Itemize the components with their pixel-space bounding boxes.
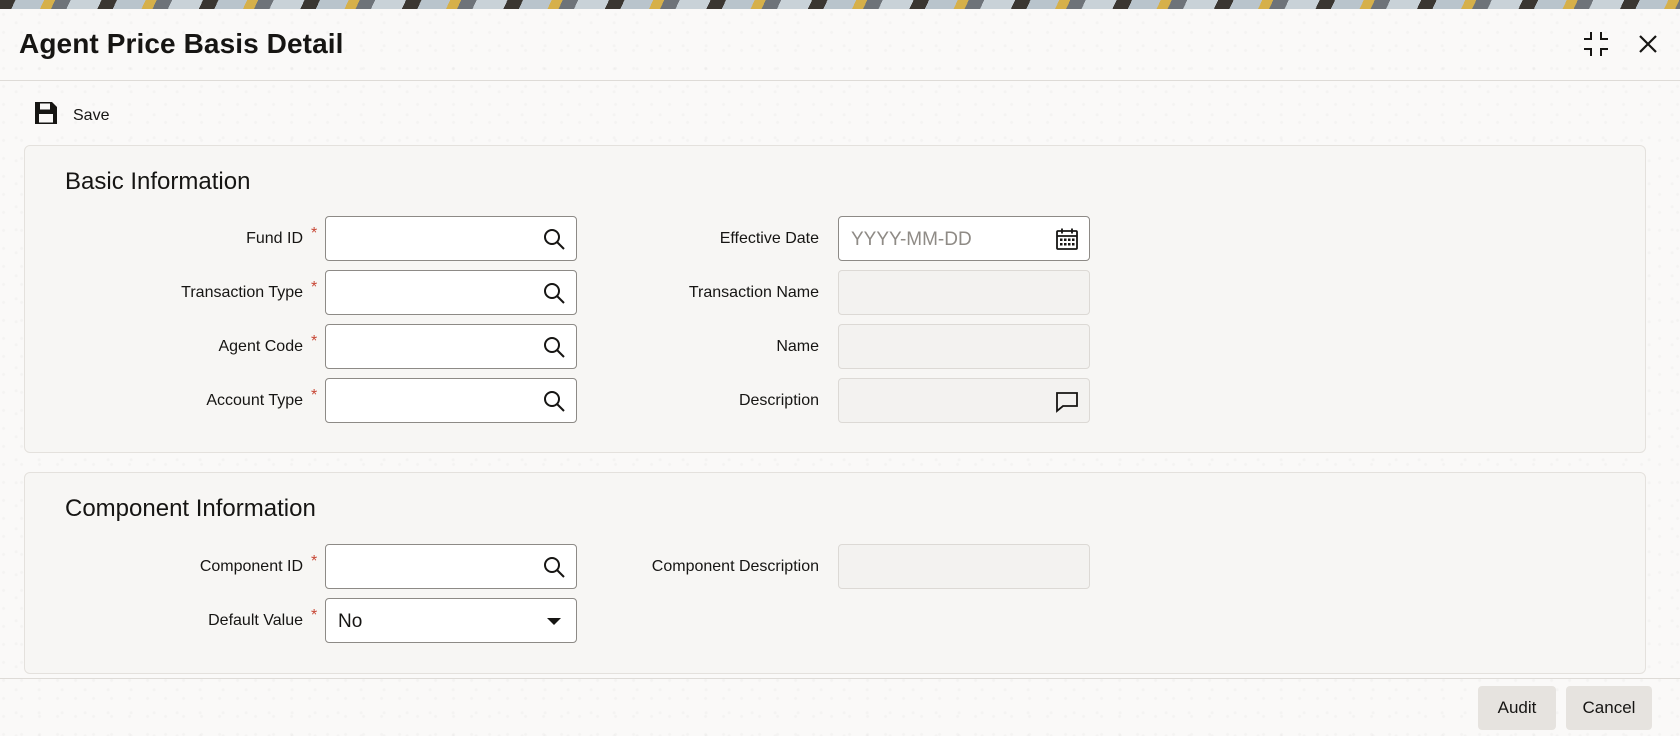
cancel-button[interactable]: Cancel xyxy=(1566,686,1652,730)
save-label: Save xyxy=(73,106,110,124)
account-type-input[interactable] xyxy=(325,378,577,423)
chevron-down-icon[interactable] xyxy=(542,609,566,633)
required-marker: * xyxy=(311,333,318,350)
description-field xyxy=(838,378,1090,423)
effective-date-label: Effective Date xyxy=(719,230,819,247)
agent-code-input[interactable] xyxy=(325,324,577,369)
default-value-select[interactable]: No xyxy=(325,598,577,643)
required-marker: * xyxy=(311,225,318,242)
component-id-input[interactable] xyxy=(325,544,577,589)
footer-divider xyxy=(0,678,1680,679)
decorative-header-strip xyxy=(0,0,1680,9)
audit-button[interactable]: Audit xyxy=(1478,686,1556,730)
component-description-field xyxy=(838,544,1090,589)
component-information-panel: Component Information Component ID * Def… xyxy=(24,472,1646,674)
required-marker: * xyxy=(311,279,318,296)
required-marker: * xyxy=(311,553,318,570)
fund-id-label: Fund ID xyxy=(246,230,303,247)
component-description-label: Component Description xyxy=(651,558,819,575)
save-icon xyxy=(33,100,59,131)
default-value-label: Default Value xyxy=(208,612,303,629)
calendar-icon[interactable] xyxy=(1055,227,1079,251)
close-icon[interactable] xyxy=(1634,30,1662,58)
description-label: Description xyxy=(738,392,819,409)
transaction-name-label: Transaction Name xyxy=(688,284,819,301)
basic-information-heading: Basic Information xyxy=(65,168,251,195)
name-field xyxy=(838,324,1090,369)
transaction-type-input[interactable] xyxy=(325,270,577,315)
component-id-label: Component ID xyxy=(199,558,303,575)
save-button[interactable]: Save xyxy=(33,100,109,131)
maximize-icon[interactable] xyxy=(1582,30,1610,58)
name-label: Name xyxy=(776,338,819,355)
page-title: Agent Price Basis Detail xyxy=(19,28,344,59)
agent-code-label: Agent Code xyxy=(218,338,303,355)
window-controls xyxy=(1582,30,1662,58)
required-marker: * xyxy=(311,387,318,404)
required-marker: * xyxy=(311,607,318,624)
fund-id-input[interactable] xyxy=(325,216,577,261)
title-divider xyxy=(0,80,1680,81)
transaction-name-field xyxy=(838,270,1090,315)
component-information-heading: Component Information xyxy=(65,495,316,522)
account-type-label: Account Type xyxy=(206,392,303,409)
comment-icon[interactable] xyxy=(1055,389,1079,413)
effective-date-input[interactable]: YYYY-MM-DD xyxy=(838,216,1090,261)
transaction-type-label: Transaction Type xyxy=(181,284,303,301)
basic-information-panel: Basic Information Fund ID * Transaction … xyxy=(24,145,1646,453)
